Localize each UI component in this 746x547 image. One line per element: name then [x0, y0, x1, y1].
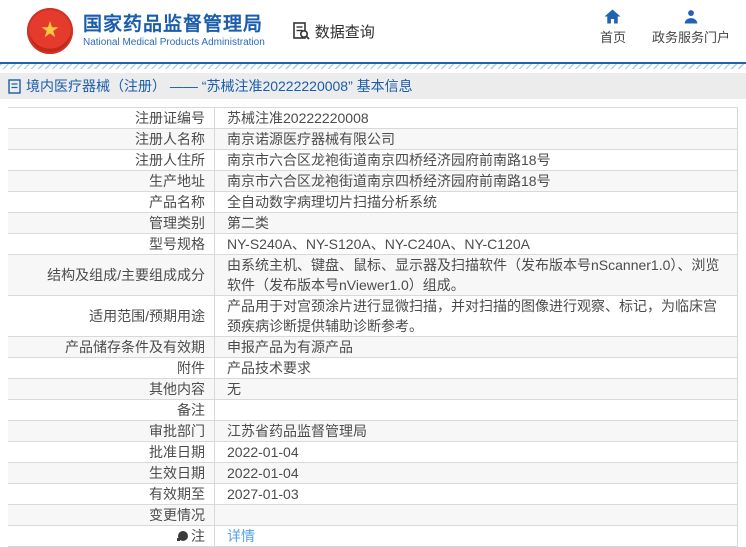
- nav-home-label: 首页: [599, 30, 626, 45]
- table-row: 生效日期 2022-01-04: [8, 463, 738, 484]
- row-label: 附件: [8, 358, 215, 378]
- nav-portal-label: 政务服务门户: [651, 30, 730, 45]
- star-icon: ★: [40, 17, 60, 42]
- breadcrumb-text: 境内医疗器械（注册） —— “苏械注准20222220008” 基本信息: [26, 78, 413, 94]
- row-label: 适用范围/预期用途: [8, 296, 215, 336]
- row-value: 申报产品为有源产品: [215, 337, 738, 357]
- national-emblem-logo: ★: [27, 8, 73, 54]
- note-icon: [177, 531, 188, 541]
- row-value: 南京诺源医疗器械有限公司: [215, 129, 738, 149]
- header-divider: [0, 62, 746, 69]
- table-row: 有效期至 2027-01-03: [8, 484, 738, 505]
- table-row: 注册人名称 南京诺源医疗器械有限公司: [8, 129, 738, 150]
- nav-gov-portal[interactable]: 政务服务门户: [652, 9, 730, 46]
- row-label-text: 注: [191, 528, 205, 544]
- row-value: 2022-01-04: [215, 442, 738, 462]
- table-row: 批准日期 2022-01-04: [8, 442, 738, 463]
- table-row: 结构及组成/主要组成成分 由系统主机、键盘、鼠标、显示器及扫描软件（发布版本号n…: [8, 255, 738, 296]
- row-label: 产品名称: [8, 192, 215, 212]
- table-row: 审批部门 江苏省药品监督管理局: [8, 421, 738, 442]
- row-value: 无: [215, 379, 738, 399]
- table-row: 适用范围/预期用途 产品用于对宫颈涂片进行显微扫描，并对扫描的图像进行观察、标记…: [8, 296, 738, 337]
- document-icon: [8, 78, 21, 94]
- table-row: 注册人住所 南京市六合区龙袍街道南京四桥经济园府前南路18号: [8, 150, 738, 171]
- table-row: 备注: [8, 400, 738, 421]
- row-value: 产品技术要求: [215, 358, 738, 378]
- data-query-label: 数据查询: [314, 23, 375, 41]
- row-label: 其他内容: [8, 379, 215, 399]
- row-label: 有效期至: [8, 484, 215, 504]
- row-label: 注: [8, 526, 215, 546]
- row-label: 结构及组成/主要组成成分: [8, 255, 215, 295]
- row-label: 管理类别: [8, 213, 215, 233]
- row-value: 江苏省药品监督管理局: [215, 421, 738, 441]
- table-row: 注册证编号 苏械注准20222220008: [8, 107, 738, 129]
- row-label: 注册证编号: [8, 108, 215, 128]
- row-value: [215, 400, 738, 420]
- row-value: NY-S240A、NY-S120A、NY-C240A、NY-C120A: [215, 234, 738, 254]
- row-value: 全自动数字病理切片扫描分析系统: [215, 192, 738, 212]
- breadcrumb: 境内医疗器械（注册） —— “苏械注准20222220008” 基本信息: [0, 73, 746, 99]
- row-label: 生产地址: [8, 171, 215, 191]
- brand-block: 国家药品监督管理局 National Medical Products Admi…: [83, 14, 265, 49]
- site-title: 国家药品监督管理局: [83, 13, 264, 35]
- row-value: 南京市六合区龙袍街道南京四桥经济园府前南路18号: [215, 171, 738, 191]
- row-value: 2022-01-04: [215, 463, 738, 483]
- data-query-menu[interactable]: 数据查询: [291, 21, 375, 42]
- home-icon: [604, 9, 621, 24]
- row-value: 产品用于对宫颈涂片进行显微扫描，并对扫描的图像进行观察、标记，为临床宫颈疾病诊断…: [215, 296, 738, 336]
- table-row: 管理类别 第二类: [8, 213, 738, 234]
- row-label: 备注: [8, 400, 215, 420]
- row-value: 南京市六合区龙袍街道南京四桥经济园府前南路18号: [215, 150, 738, 170]
- site-header: ★ 国家药品监督管理局 National Medical Products Ad…: [0, 0, 746, 62]
- table-row: 附件 产品技术要求: [8, 358, 738, 379]
- table-row: 型号规格 NY-S240A、NY-S120A、NY-C240A、NY-C120A: [8, 234, 738, 255]
- row-value: 2027-01-03: [215, 484, 738, 504]
- row-value: 苏械注准20222220008: [215, 108, 738, 128]
- row-label: 生效日期: [8, 463, 215, 483]
- row-value: [215, 505, 738, 525]
- nav-home[interactable]: 首页: [600, 9, 626, 46]
- row-label: 产品储存条件及有效期: [8, 337, 215, 357]
- user-icon: [683, 9, 699, 24]
- row-label: 审批部门: [8, 421, 215, 441]
- row-label: 注册人住所: [8, 150, 215, 170]
- row-value: 由系统主机、键盘、鼠标、显示器及扫描软件（发布版本号nScanner1.0）、浏…: [215, 255, 738, 295]
- table-row: 变更情况: [8, 505, 738, 526]
- row-value: 第二类: [215, 213, 738, 233]
- document-search-icon: [291, 21, 311, 41]
- row-value: 详情: [215, 526, 738, 546]
- detail-link[interactable]: 详情: [227, 526, 255, 546]
- table-row: 其他内容 无: [8, 379, 738, 400]
- registration-info-table: 注册证编号 苏械注准20222220008 注册人名称 南京诺源医疗器械有限公司…: [8, 107, 738, 547]
- header-nav: 首页 政务服务门户: [600, 9, 730, 46]
- table-row: 产品储存条件及有效期 申报产品为有源产品: [8, 337, 738, 358]
- row-label: 批准日期: [8, 442, 215, 462]
- table-row: 注 详情: [8, 526, 738, 547]
- table-row: 产品名称 全自动数字病理切片扫描分析系统: [8, 192, 738, 213]
- row-label: 变更情况: [8, 505, 215, 525]
- table-row: 生产地址 南京市六合区龙袍街道南京四桥经济园府前南路18号: [8, 171, 738, 192]
- row-label: 注册人名称: [8, 129, 215, 149]
- site-subtitle: National Medical Products Administration: [83, 37, 265, 49]
- row-label: 型号规格: [8, 234, 215, 254]
